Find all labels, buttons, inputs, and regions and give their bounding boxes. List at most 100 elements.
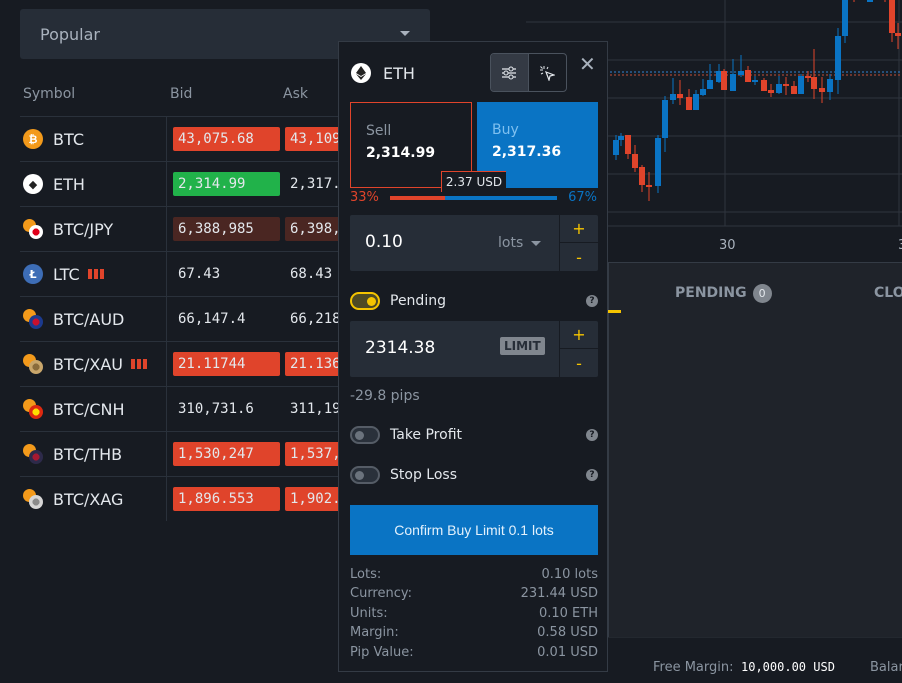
limit-price-input-group: 2314.38 LIMIT + - [350,321,598,377]
x-axis-label: 30 [719,238,736,253]
column-header-symbol[interactable]: Symbol [23,86,75,102]
stop-loss-toggle[interactable] [350,466,380,484]
column-header-ask[interactable]: Ask [283,86,308,102]
btc-xau-icon [23,354,43,374]
limit-price-stepper: + - [559,321,598,377]
candle-body [738,71,744,75]
free-margin-label: Free Margin: [653,660,734,675]
symbol-cell: ₿ BTC [20,117,167,161]
summary-line: Lots: 0.10 lots [350,567,598,586]
confirm-order-button[interactable]: Confirm Buy Limit 0.1 lots [350,505,598,555]
spread-tooltip: 2.37 USD [441,171,506,192]
candle-body [670,94,676,100]
eth-icon: ◆ [23,174,43,194]
bid-price[interactable]: 310,731.6 [173,397,280,421]
buy-sentiment-percent: 67% [568,190,597,205]
symbol-cell: Ł LTC [20,252,167,296]
summary-value: 0.10 ETH [538,605,598,621]
close-icon[interactable]: ✕ [579,52,596,76]
one-click-trading-button[interactable] [529,54,567,91]
help-icon[interactable]: ? [586,429,598,441]
candle-body [761,80,767,91]
summary-line: Margin: 0.58 USD [350,625,598,644]
limit-price-increment-button[interactable]: + [560,321,598,349]
order-type-tag: LIMIT [500,337,545,355]
free-margin-value: 10,000.00 USD [741,660,835,674]
candle-body [646,185,652,187]
ask-price[interactable]: 6,398, [285,217,340,241]
btc-icon: ₿ [23,129,43,149]
candle-body [889,0,895,33]
ask-price[interactable]: 2,317. [285,172,340,196]
candle-body [895,33,901,36]
bid-price[interactable]: 1,530,247 [173,442,280,466]
lots-input[interactable]: 0.10 [365,232,403,252]
help-icon[interactable]: ? [586,295,598,307]
eth-icon [351,63,371,83]
candle-body [827,79,833,92]
candle-body [700,89,706,95]
candle-body [811,77,817,89]
lots-increment-button[interactable]: + [560,215,598,243]
tab-pending[interactable]: PENDING 0 [675,284,772,303]
help-icon[interactable]: ? [586,469,598,481]
candle-body [835,36,841,80]
limit-price-decrement-button[interactable]: - [560,349,598,377]
bid-price[interactable]: 6,388,985 [173,217,280,241]
btc-aud-icon [23,309,43,329]
cursor-click-icon [540,65,556,81]
summary-value: 0.01 USD [537,644,598,660]
lots-unit-dropdown[interactable]: lots [498,235,542,251]
pips-distance: -29.8 pips [350,388,420,404]
bid-price[interactable]: 66,147.4 [173,307,280,331]
symbol-label: BTC/XAG [53,489,124,509]
candle-body [730,74,736,91]
symbol-label: LTC [53,264,80,284]
bid-price[interactable]: 2,314.99 [173,172,280,196]
ask-price[interactable]: 21.136 [285,352,340,376]
pending-row: Pending ? [350,290,598,312]
bid-price[interactable]: 43,075.68 [173,127,280,151]
order-summary: Lots: 0.10 lots Currency: 231.44 USD Units: 0… [350,567,598,664]
ask-price[interactable]: 1,902. [285,487,340,511]
settings-sliders-button[interactable] [491,54,529,91]
lots-input-group: 0.10 lots + - [350,215,598,271]
ask-price[interactable]: 43,109 [285,127,340,151]
symbol-label: ETH [53,174,85,194]
summary-label: Currency: [350,586,413,602]
candle-body [662,100,668,138]
x-axis-label: 31 [898,238,902,253]
ask-price[interactable]: 66,218 [285,307,340,331]
pending-toggle[interactable] [350,292,380,310]
tab-closed[interactable]: CLO [874,285,902,301]
btc-thb-icon [23,444,43,464]
bid-price[interactable]: 1,896.553 [173,487,280,511]
candle-body [693,94,699,110]
ask-price[interactable]: 311,19 [285,397,340,421]
active-tab-indicator [608,310,621,313]
symbol-cell: ◆ ETH [20,162,167,206]
candle-body [707,80,713,89]
ask-price[interactable]: 1,537, [285,442,340,466]
panel-symbol: ETH [383,63,415,83]
stop-loss-row: Stop Loss ? [350,464,598,486]
buy-price: 2,317.36 [492,144,562,160]
candle-body [791,86,797,94]
column-header-bid[interactable]: Bid [170,86,192,102]
bid-price[interactable]: 21.11744 [173,352,280,376]
summary-value: 0.10 lots [541,567,598,582]
symbol-label: BTC [53,129,84,149]
lots-decrement-button[interactable]: - [560,243,598,271]
limit-price-input[interactable]: 2314.38 [365,338,435,358]
take-profit-row: Take Profit ? [350,424,598,446]
symbol-label: BTC/CNH [53,399,125,419]
candle-body [613,140,619,155]
candle-body [783,84,789,86]
watchlist-filter-label: Popular [40,24,100,44]
ask-price[interactable]: 68.43 [285,262,340,286]
candle-body [721,71,727,90]
bid-price[interactable]: 67.43 [173,262,280,286]
take-profit-toggle[interactable] [350,426,380,444]
market-signal-icon [131,359,147,369]
sell-label: Sell [366,123,392,139]
